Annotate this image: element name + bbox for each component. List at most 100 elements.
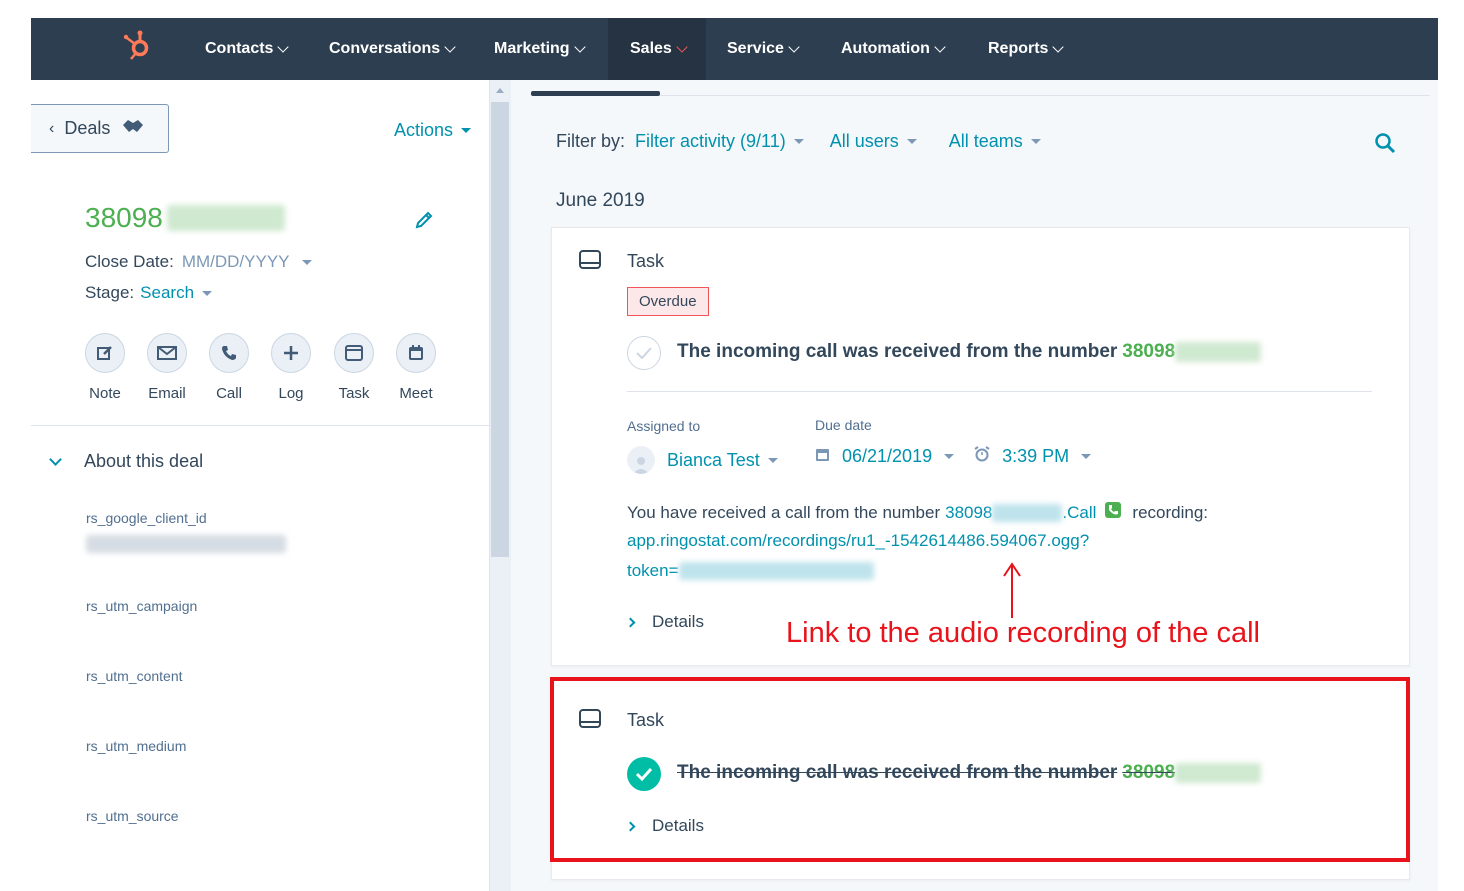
deal-name-text: 38098 — [85, 202, 163, 233]
task-text[interactable]: The incoming call was received from the … — [677, 341, 1262, 363]
call-label: Call — [216, 385, 242, 402]
alarm-clock-icon — [974, 446, 990, 467]
teams-label: All teams — [948, 131, 1023, 151]
caret-down-icon — [906, 139, 917, 144]
avatar — [627, 446, 655, 474]
task-type: Task — [627, 251, 665, 271]
chevron-left-icon: ‹ — [49, 119, 55, 137]
nav-conversations[interactable]: Conversations — [329, 18, 456, 80]
call-button[interactable]: Call — [207, 333, 251, 402]
plus-icon — [271, 333, 311, 373]
scrollbar[interactable] — [489, 80, 511, 891]
chevron-down-icon — [277, 41, 290, 53]
recording-link-line1[interactable]: app.ringostat.com/recordings/ru1_-154261… — [627, 531, 1089, 551]
field-label: rs_utm_source — [86, 808, 179, 824]
close-date-row[interactable]: Close Date: MM/DD/YYYY — [85, 252, 312, 272]
highlight-box — [550, 677, 1410, 862]
chevron-down-icon — [444, 41, 456, 53]
stage-label: Stage: — [85, 283, 135, 302]
details-label: Details — [652, 612, 704, 631]
call-link[interactable]: .Call — [1062, 503, 1096, 523]
users-dropdown[interactable]: All users — [830, 131, 917, 152]
caret-down-icon — [461, 128, 472, 133]
chevron-right-icon — [625, 617, 636, 627]
about-this-deal-toggle[interactable]: About this deal — [49, 451, 203, 472]
field-label: rs_google_client_id — [86, 510, 207, 526]
actions-dropdown[interactable]: Actions — [394, 120, 472, 141]
pencil-icon[interactable] — [414, 210, 434, 235]
close-date-label: Close Date: — [85, 252, 174, 271]
stage-value[interactable]: Search — [140, 283, 194, 303]
details-toggle[interactable]: Details — [625, 612, 704, 632]
body-text: You have received a call from the number — [627, 502, 941, 522]
scroll-up-icon[interactable] — [496, 88, 504, 93]
divider — [627, 391, 1372, 392]
chevron-down-icon — [49, 452, 62, 466]
active-tab-indicator — [531, 91, 660, 96]
note-button[interactable]: Note — [83, 333, 127, 402]
caret-down-icon — [793, 139, 804, 144]
back-label: Deals — [64, 118, 111, 138]
recording-label: recording: — [1132, 502, 1209, 522]
nav-label: Conversations — [329, 40, 441, 57]
assignee-dropdown[interactable]: Bianca Test — [627, 446, 778, 474]
redacted-text — [166, 205, 285, 231]
users-label: All users — [829, 131, 899, 151]
month-header: June 2019 — [556, 190, 645, 211]
filter-bar: Filter by: Filter activity (9/11) All us… — [556, 131, 1041, 152]
caret-down-icon — [1081, 454, 1092, 459]
meet-button[interactable]: Meet — [394, 333, 438, 402]
redacted-text — [1175, 342, 1262, 362]
chevron-down-icon — [676, 41, 688, 53]
chevron-down-icon — [573, 41, 586, 53]
close-date-value[interactable]: MM/DD/YYYY — [182, 252, 290, 272]
scroll-thumb[interactable] — [491, 102, 509, 557]
due-date-label: Due date — [815, 417, 872, 433]
note-icon — [85, 333, 125, 373]
nav-label: Service — [727, 40, 784, 57]
assigned-label: Assigned to — [627, 418, 701, 434]
recording-link[interactable]: app.ringostat.com/recordings/ru1_-154261… — [627, 531, 1089, 551]
task-icon — [334, 333, 374, 373]
nav-contacts[interactable]: Contacts — [205, 18, 290, 80]
filter-label: Filter by: — [556, 131, 626, 151]
log-button[interactable]: Log — [269, 333, 313, 402]
nav-marketing[interactable]: Marketing — [494, 18, 586, 80]
deal-sidebar: ‹ Deals Actions 38098 Close Date: MM/DD/… — [31, 80, 489, 891]
recording-token[interactable]: token= — [627, 561, 874, 581]
caret-down-icon — [767, 457, 778, 463]
divider — [31, 425, 489, 426]
filter-activity-dropdown[interactable]: Filter activity (9/11) — [635, 131, 804, 152]
task-button[interactable]: Task — [332, 333, 376, 402]
complete-task-checkbox[interactable] — [627, 336, 661, 370]
task-text-label: The incoming call was received from the … — [677, 341, 1118, 362]
redacted-text — [678, 562, 874, 580]
due-date-value[interactable]: 06/21/2019 — [842, 446, 932, 467]
nav-sales[interactable]: Sales — [608, 18, 706, 80]
due-date-picker[interactable]: 06/21/2019 3:39 PM — [815, 446, 1111, 467]
call-icon — [209, 333, 249, 373]
filter-activity-label: Filter activity (9/11) — [635, 131, 786, 151]
hubspot-logo-icon[interactable] — [121, 28, 157, 64]
nav-reports[interactable]: Reports — [988, 18, 1065, 80]
calendar-icon — [815, 446, 830, 467]
due-time-value[interactable]: 3:39 PM — [1002, 446, 1069, 467]
tab-divider — [660, 95, 1430, 96]
caret-down-icon — [202, 290, 213, 296]
nav-automation[interactable]: Automation — [841, 18, 946, 80]
back-to-deals-button[interactable]: ‹ Deals — [31, 104, 169, 153]
nav-service[interactable]: Service — [727, 18, 800, 80]
chevron-down-icon — [1052, 41, 1065, 53]
recording-link-line2[interactable]: token= — [627, 561, 679, 581]
email-label: Email — [148, 385, 186, 402]
stage-row[interactable]: Stage: Search — [85, 283, 213, 303]
phone-number-link[interactable]: 38098 — [945, 503, 992, 523]
teams-dropdown[interactable]: All teams — [949, 131, 1041, 152]
email-button[interactable]: Email — [145, 333, 189, 402]
caret-down-icon — [301, 259, 312, 265]
search-icon[interactable] — [1374, 132, 1396, 159]
email-icon — [147, 333, 187, 373]
caret-down-icon — [1030, 139, 1041, 144]
task-label: Task — [338, 385, 370, 402]
field-label: rs_utm_medium — [86, 738, 187, 754]
